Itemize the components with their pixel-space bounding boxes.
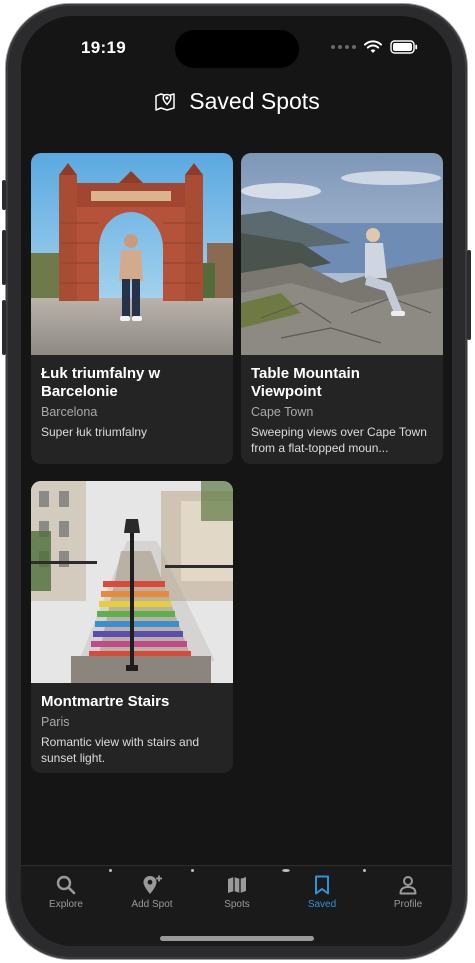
spot-city: Barcelona xyxy=(41,405,98,419)
spot-image xyxy=(31,481,233,683)
spot-image xyxy=(241,153,443,355)
spot-city: Paris xyxy=(41,715,70,729)
app-screen: 19:19 Saved Spots Łuk triumfalny w Barce… xyxy=(21,16,452,946)
wifi-icon xyxy=(364,40,382,53)
side-button xyxy=(2,180,6,210)
map-icon xyxy=(228,877,246,893)
tab-label: Profile xyxy=(393,899,423,910)
spot-title: Montmartre Stairs xyxy=(41,693,170,710)
home-indicator[interactable] xyxy=(160,936,314,941)
volume-up-button xyxy=(2,230,6,285)
tab-saved[interactable]: Saved xyxy=(279,875,365,910)
spot-card[interactable]: Łuk triumfalny w Barcelonie Barcelona Su… xyxy=(31,153,233,464)
spot-description: Super łuk triumfalny xyxy=(41,425,148,439)
power-button xyxy=(467,250,471,340)
add-pin-icon xyxy=(143,875,162,894)
tab-spots[interactable]: Spots xyxy=(194,875,280,910)
indicator-dot xyxy=(282,869,290,872)
tab-profile[interactable]: Profile xyxy=(365,875,451,910)
indicator-dot xyxy=(109,869,112,872)
person-icon xyxy=(399,876,417,895)
tab-label: Add Spot xyxy=(131,899,173,910)
volume-down-button xyxy=(2,300,6,355)
indicator-dot xyxy=(363,869,366,872)
bookmark-icon xyxy=(315,875,329,895)
spot-card[interactable]: Montmartre Stairs Paris Romantic view wi… xyxy=(31,481,233,773)
page-title: Saved Spots xyxy=(189,87,320,114)
status-time: 19:19 xyxy=(81,38,126,57)
tab-label: Saved xyxy=(307,899,337,910)
dynamic-island xyxy=(175,30,299,68)
tab-label: Spots xyxy=(224,899,250,910)
signal-icon xyxy=(331,45,356,49)
search-icon xyxy=(56,875,76,895)
tab-label: Explore xyxy=(49,899,83,910)
spot-title: Łuk triumfalny w Barcelonie xyxy=(41,365,161,400)
spot-image xyxy=(31,153,233,355)
battery-icon xyxy=(390,40,418,54)
tab-add-spot[interactable]: Add Spot xyxy=(109,875,195,910)
tab-explore[interactable]: Explore xyxy=(23,875,109,910)
spot-title: Table Mountain Viewpoint xyxy=(251,365,360,400)
spot-card[interactable]: Table Mountain Viewpoint Cape Town Sweep… xyxy=(241,153,443,464)
spot-city: Cape Town xyxy=(251,405,314,419)
spot-description: Sweeping views over Cape Town from a fla… xyxy=(251,425,427,455)
spot-description: Romantic view with stairs and sunset lig… xyxy=(41,735,200,765)
indicator-dot xyxy=(191,869,194,872)
tab-bar: Explore Add Spot Spots Saved Profile xyxy=(21,865,452,946)
page-header: Saved Spots xyxy=(21,86,452,116)
status-icons xyxy=(331,40,418,54)
map-pin-camera-icon xyxy=(155,93,176,111)
